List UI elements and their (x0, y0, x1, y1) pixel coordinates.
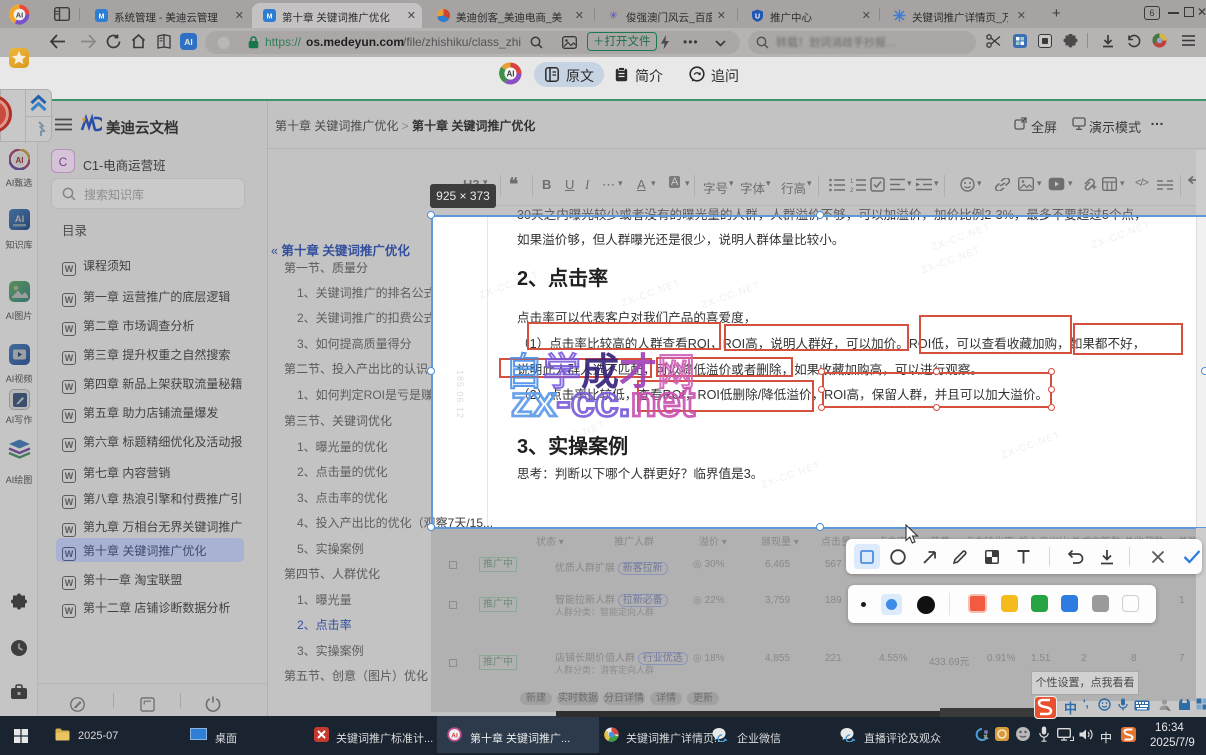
svg-text:M: M (99, 14, 105, 21)
svg-text:✳: ✳ (609, 10, 618, 22)
svg-text:AI: AI (16, 156, 24, 165)
svg-text:AI: AI (507, 70, 515, 79)
svg-text:M: M (267, 14, 273, 21)
svg-text:2: 2 (850, 188, 854, 192)
svg-text:AI: AI (16, 11, 24, 20)
svg-text:U: U (755, 14, 760, 21)
svg-text:AI: AI (451, 733, 458, 740)
svg-text:AI: AI (184, 37, 193, 47)
svg-text:AI: AI (15, 214, 25, 225)
svg-text:1: 1 (850, 179, 854, 185)
